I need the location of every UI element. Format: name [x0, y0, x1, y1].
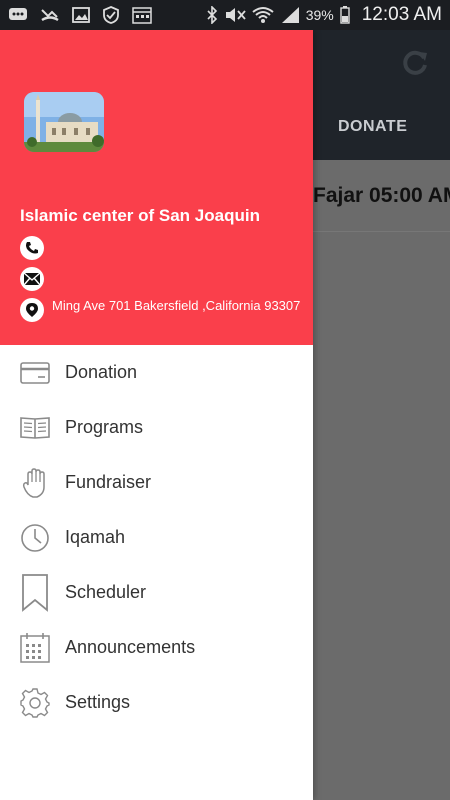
location-pin-icon — [20, 298, 44, 322]
menu-item-scheduler[interactable]: Scheduler — [0, 565, 313, 620]
notification-icons — [8, 6, 152, 24]
menu-label-announcements: Announcements — [65, 637, 196, 657]
clock-icon — [20, 523, 50, 553]
bookmark-icon — [20, 573, 50, 612]
calendar-notification-icon — [132, 7, 152, 24]
status-bar: 39% 12:03 AM — [0, 0, 450, 30]
menu-label-iqamah: Iqamah — [65, 527, 126, 547]
clock: 12:03 AM — [361, 4, 442, 25]
menu-label-scheduler: Scheduler — [65, 582, 147, 602]
mute-icon — [225, 8, 246, 22]
credit-card-icon — [20, 358, 50, 388]
address-contact[interactable]: Ming Ave 701 Bakersfield ,California 933… — [20, 298, 310, 322]
menu-label-donation: Donation — [65, 362, 138, 382]
menu-label-fundraiser: Fundraiser — [65, 472, 152, 492]
book-icon — [20, 413, 50, 443]
mosque-image — [24, 92, 104, 152]
menu-item-programs[interactable]: Programs — [0, 400, 313, 455]
email-icon[interactable] — [20, 267, 44, 291]
shield-icon — [103, 6, 119, 24]
calendar-icon — [20, 632, 50, 663]
image-icon — [72, 7, 90, 23]
battery-percent: 39% — [305, 7, 334, 23]
bluetooth-icon — [207, 6, 217, 24]
menu-item-announcements[interactable]: Announcements — [0, 620, 313, 675]
menu-item-iqamah[interactable]: Iqamah — [0, 510, 313, 565]
system-icons: 39% 12:03 AM — [206, 4, 442, 26]
menu-item-fundraiser[interactable]: Fundraiser — [0, 455, 313, 510]
email-contact[interactable] — [20, 267, 310, 291]
navigation-drawer: Islamic center of San Joaquin Ming Ave 7… — [0, 30, 313, 800]
hand-icon — [20, 467, 50, 498]
signal-icon — [281, 7, 299, 23]
phone-contact[interactable] — [20, 236, 310, 260]
prayer-time-text: Fajar 05:00 AM — [313, 184, 450, 207]
gear-icon — [20, 687, 50, 718]
drawer-menu: Donation Programs Fundraiser Iqamah Sche… — [0, 345, 313, 730]
menu-item-donation[interactable]: Donation — [0, 345, 313, 400]
missed-call-icon — [41, 9, 59, 22]
menu-label-settings: Settings — [65, 692, 131, 712]
wifi-icon — [252, 7, 274, 23]
menu-label-programs: Programs — [65, 417, 144, 437]
mosque-avatar — [24, 92, 104, 152]
address-text: Ming Ave 701 Bakersfield ,California 933… — [52, 298, 301, 313]
chat-icon — [9, 8, 27, 20]
battery-icon — [340, 6, 350, 24]
refresh-icon[interactable] — [400, 48, 430, 78]
tab-donate[interactable]: DONATE — [338, 118, 407, 136]
organization-name: Islamic center of San Joaquin — [20, 206, 260, 225]
drawer-header: Islamic center of San Joaquin Ming Ave 7… — [0, 30, 313, 345]
menu-item-settings[interactable]: Settings — [0, 675, 313, 730]
phone-icon[interactable] — [20, 236, 44, 260]
